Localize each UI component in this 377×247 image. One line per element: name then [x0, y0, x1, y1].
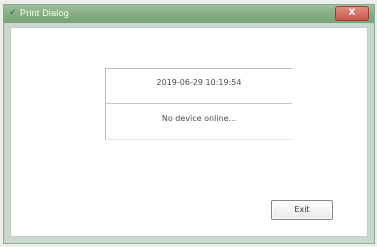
window-title: Print Dialog: [20, 8, 69, 18]
desktop-background: ✓ Print Dialog X 2019-06-29 10:19:54 No …: [0, 0, 377, 247]
panel-divider-bottom: [106, 139, 292, 140]
exit-button[interactable]: Exit: [271, 200, 333, 220]
title-bar[interactable]: ✓ Print Dialog X: [4, 5, 374, 23]
close-icon: X: [348, 8, 356, 18]
dialog-content: 2019-06-29 10:19:54 No device online... …: [10, 27, 368, 237]
app-icon: ✓: [9, 8, 17, 18]
dialog-window: ✓ Print Dialog X 2019-06-29 10:19:54 No …: [3, 4, 375, 244]
panel-divider-top: [106, 68, 292, 69]
device-status-label: No device online...: [161, 114, 237, 123]
close-button[interactable]: X: [335, 6, 369, 21]
panel-divider-middle: [106, 103, 292, 104]
datetime-label: 2019-06-29 10:19:54: [156, 78, 242, 87]
status-panel: 2019-06-29 10:19:54 No device online...: [105, 68, 292, 140]
